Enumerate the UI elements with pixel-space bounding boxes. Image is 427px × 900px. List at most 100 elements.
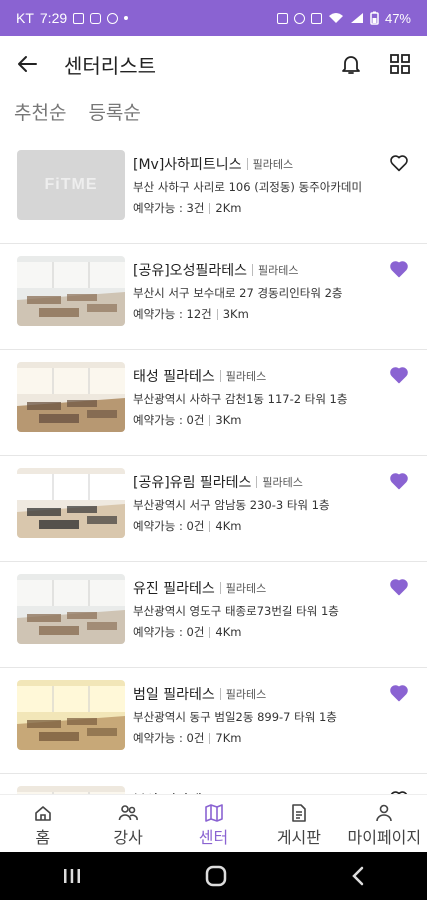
distance: 4Km (215, 519, 242, 533)
center-name: 범일 필라테스 (133, 687, 215, 703)
instagram-notification-icon (90, 12, 102, 24)
center-address: 부산광역시 서구 암남동 230-3 타워 1층 (133, 498, 330, 512)
tab-label: 마이페이지 (347, 828, 422, 847)
center-list-item[interactable]: [공유]오성필라테스 필라테스부산시 서구 보수대로 27 경동리인타워 2층예약… (0, 244, 427, 350)
tab-person[interactable]: 마이페이지 (342, 795, 427, 853)
center-thumbnail: FiTME (17, 150, 125, 220)
tab-map[interactable]: 센터 (171, 795, 256, 853)
divider (219, 582, 221, 594)
center-name: [공유]유림 필라테스 (133, 475, 252, 491)
divider (219, 370, 221, 382)
map-icon (204, 804, 223, 822)
distance: 7Km (215, 731, 242, 745)
tab-home[interactable]: 홈 (0, 795, 85, 853)
center-meta: 예약가능 : 0건 4Km (133, 518, 241, 534)
center-category: 필라테스 (262, 476, 303, 489)
center-meta: 예약가능 : 0건 4Km (133, 624, 241, 640)
messenger-notification-icon (107, 12, 119, 24)
divider (209, 732, 211, 744)
center-list-item[interactable]: 부산 필라테스필라테스 (0, 774, 427, 794)
tab-people[interactable]: 강사 (85, 795, 170, 853)
reservation-count: 예약가능 : 12건 (133, 307, 212, 321)
placeholder-logo-text: FiTME (44, 176, 98, 193)
reservation-count: 예약가능 : 0건 (133, 519, 205, 533)
divider (209, 520, 211, 532)
heart-filled-icon[interactable] (389, 260, 409, 278)
battery-label: 47% (384, 10, 411, 26)
center-thumbnail (17, 362, 125, 432)
center-meta: 예약가능 : 0건 3Km (133, 412, 241, 428)
volume-icon (310, 12, 322, 24)
center-address: 부산광역시 영도구 태종로73번길 타워 1층 (133, 604, 339, 618)
page-title: 센터리스트 (64, 53, 156, 78)
center-list-item[interactable]: [공유]유림 필라테스 필라테스부산광역시 서구 암남동 230-3 타워 1층예… (0, 456, 427, 562)
tab-document[interactable]: 게시판 (256, 795, 341, 853)
center-address: 부산시 서구 보수대로 27 경동리인타워 2층 (133, 286, 343, 300)
tab-label: 홈 (35, 828, 51, 847)
divider (209, 626, 211, 638)
alarm-icon (293, 12, 305, 24)
bottom-tab-bar: 홈 강사 센터 게시판 마이페이지 (0, 794, 427, 853)
system-navigation-bar (0, 852, 427, 900)
center-thumbnail (17, 680, 125, 750)
bell-icon[interactable] (339, 52, 363, 76)
more-notifications-icon (124, 16, 129, 20)
app-bar: 센터리스트 (0, 36, 427, 92)
divider (209, 414, 211, 426)
tab-label: 강사 (113, 828, 143, 847)
grid-menu-icon[interactable] (389, 53, 411, 75)
person-icon (376, 804, 393, 822)
center-thumbnail (17, 574, 125, 644)
reservation-count: 예약가능 : 0건 (133, 625, 205, 639)
center-name-row: 범일 필라테스 필라테스 (133, 684, 266, 704)
home-nav-icon[interactable] (205, 865, 227, 887)
center-address: 부산 사하구 사리로 106 (괴정동) 동주아카데미 (133, 180, 363, 194)
center-list-item[interactable]: 범일 필라테스 필라테스 부산광역시 동구 범일2동 899-7 타워 1층 예약가능… (0, 668, 427, 774)
back-arrow-icon[interactable] (16, 53, 38, 75)
recent-apps-icon[interactable] (62, 867, 82, 885)
center-list: FiTME [Mv]사하피트니스 필라테스 부산 사하구 사리로 106 (괴정동) … (0, 138, 427, 794)
center-name: [Mv]사하피트니스 (133, 157, 242, 173)
center-category: 필라테스 (225, 688, 267, 701)
battery-icon (370, 11, 379, 25)
sort-recommended[interactable]: 추천순 (14, 98, 66, 125)
divider (219, 688, 221, 700)
center-list-item[interactable]: 유진 필라테스 필라테스부산광역시 영도구 태종로73번길 타워 1층예약가능 :… (0, 562, 427, 668)
center-name: 유진 필라테스 (133, 581, 215, 597)
carrier-label: KT (16, 10, 34, 26)
divider (209, 202, 211, 214)
gallery-notification-icon (73, 12, 85, 24)
center-address: 부산광역시 사하구 감천1동 117-2 타워 1층 (133, 392, 348, 406)
center-meta: 예약가능 : 0건 7Km (133, 730, 241, 746)
heart-filled-icon[interactable] (389, 684, 409, 702)
heart-outline-icon[interactable] (389, 154, 409, 172)
distance: 2Km (215, 201, 242, 215)
signal-icon (350, 13, 363, 23)
center-category: 필라테스 (225, 582, 267, 595)
distance: 3Km (215, 413, 242, 427)
heart-filled-icon[interactable] (389, 578, 409, 596)
center-name-row: [공유]유림 필라테스 필라테스 (133, 472, 303, 492)
divider (251, 264, 253, 276)
heart-filled-icon[interactable] (389, 366, 409, 384)
sort-registered[interactable]: 등록순 (88, 98, 140, 125)
center-name-row: [공유]오성필라테스 필라테스 (133, 260, 298, 280)
back-nav-icon[interactable] (351, 866, 365, 886)
reservation-count: 예약가능 : 0건 (133, 731, 205, 745)
time-label: 7:29 (39, 10, 68, 26)
center-name: 태성 필라테스 (133, 369, 215, 385)
center-category: 필라테스 (225, 370, 267, 383)
center-thumbnail (17, 786, 125, 794)
center-meta: 예약가능 : 3건 2Km (133, 200, 241, 216)
document-icon (292, 804, 306, 822)
center-name-row: 태성 필라테스 필라테스 (133, 366, 266, 386)
center-list-item[interactable]: FiTME [Mv]사하피트니스 필라테스부산 사하구 사리로 106 (괴정동) … (0, 138, 427, 244)
heart-filled-icon[interactable] (389, 472, 409, 490)
home-icon (34, 806, 51, 821)
center-category: 필라테스 (257, 264, 299, 277)
reservation-count: 예약가능 : 3건 (133, 201, 205, 215)
distance: 4Km (215, 625, 242, 639)
center-list-item[interactable]: 태성 필라테스 필라테스부산광역시 사하구 감천1동 117-2 타워 1층예약가… (0, 350, 427, 456)
divider (256, 476, 258, 488)
center-category: 필라테스 (252, 158, 294, 171)
